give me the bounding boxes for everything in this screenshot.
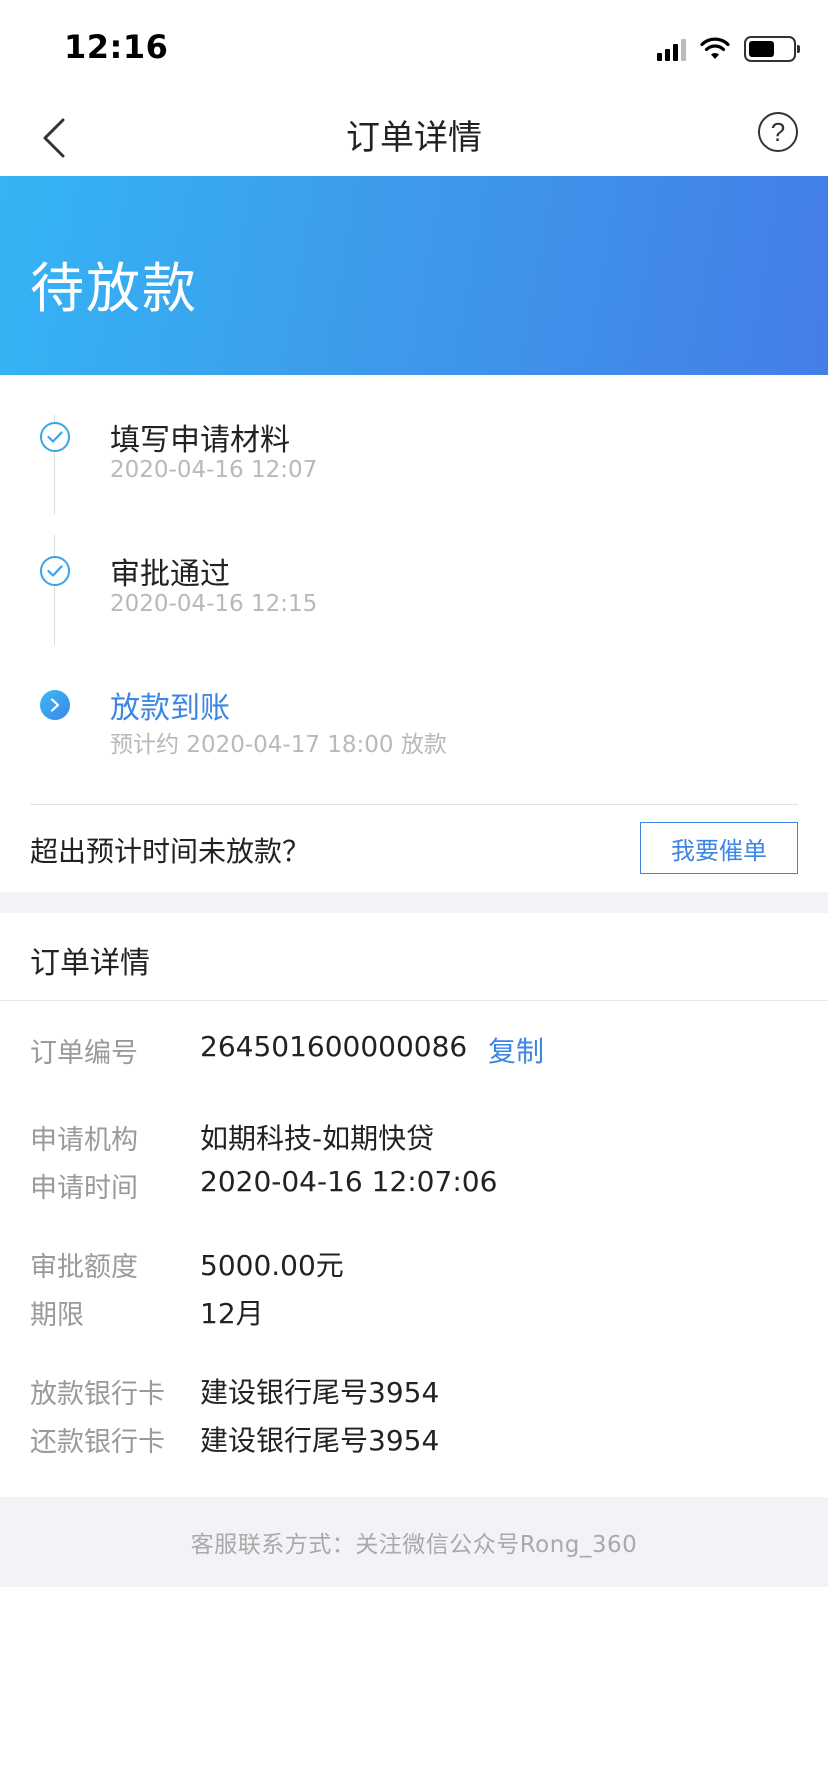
urge-order-button[interactable]: 我要催单 xyxy=(640,822,798,874)
apply-time-label: 申请时间 xyxy=(30,1173,138,1204)
order-number-value: 264501600000086 xyxy=(200,1030,468,1063)
battery-icon xyxy=(744,36,800,62)
help-button[interactable]: ? xyxy=(758,112,798,152)
term-label: 期限 xyxy=(30,1300,84,1331)
approved-amount-value: 5000.00元 xyxy=(200,1249,344,1282)
status-icons xyxy=(657,36,800,62)
approved-amount-label: 审批额度 xyxy=(30,1252,138,1283)
apply-time-value: 2020-04-16 12:07:06 xyxy=(200,1165,498,1198)
status-banner: 待放款 xyxy=(0,176,828,375)
chevron-right-icon xyxy=(40,690,70,720)
repay-card-label: 还款银行卡 xyxy=(30,1427,165,1458)
check-icon xyxy=(40,556,70,586)
payout-card-value: 建设银行尾号3954 xyxy=(200,1376,440,1409)
nav-bar: 订单详情 ? xyxy=(0,100,828,176)
timeline-step-title: 放款到账 xyxy=(110,691,230,726)
wifi-icon xyxy=(700,37,730,59)
customer-service-text: 客服联系方式：关注微信公众号Rong_360 xyxy=(190,1532,638,1558)
term-value: 12月 xyxy=(200,1297,264,1330)
institution-label: 申请机构 xyxy=(30,1125,138,1156)
page-title: 订单详情 xyxy=(346,118,482,158)
section-gap xyxy=(0,892,828,913)
timeline-step-title: 填写申请材料 xyxy=(110,423,290,458)
timeline-step-title: 审批通过 xyxy=(110,557,230,592)
divider xyxy=(0,1000,828,1001)
status-time: 12:16 xyxy=(64,28,169,66)
timeline-step-time: 2020-04-16 12:15 xyxy=(110,591,318,617)
customer-service-footer: 客服联系方式：关注微信公众号Rong_360 xyxy=(0,1497,828,1587)
check-icon xyxy=(40,422,70,452)
question-mark-icon: ? xyxy=(770,116,786,147)
urge-question: 超出预计时间未放款？ xyxy=(30,835,311,868)
repay-card-value: 建设银行尾号3954 xyxy=(200,1424,440,1457)
order-number-label: 订单编号 xyxy=(30,1038,138,1069)
timeline-step-time: 2020-04-16 12:07 xyxy=(110,457,318,483)
institution-value: 如期科技-如期快贷 xyxy=(200,1122,435,1155)
status-bar: 12:16 xyxy=(0,0,828,100)
cellular-signal-icon xyxy=(657,37,686,61)
urge-row: 超出预计时间未放款？ 我要催单 xyxy=(0,804,828,892)
section-title: 订单详情 xyxy=(30,946,150,981)
timeline-connector xyxy=(54,535,55,645)
order-status-title: 待放款 xyxy=(30,257,198,320)
progress-timeline: 填写申请材料 2020-04-16 12:07 审批通过 2020-04-16 … xyxy=(0,375,828,805)
payout-card-label: 放款银行卡 xyxy=(30,1379,165,1410)
timeline-step-time: 预计约 2020-04-17 18:00 放款 xyxy=(110,732,447,758)
copy-button[interactable]: 复制 xyxy=(488,1030,544,1070)
